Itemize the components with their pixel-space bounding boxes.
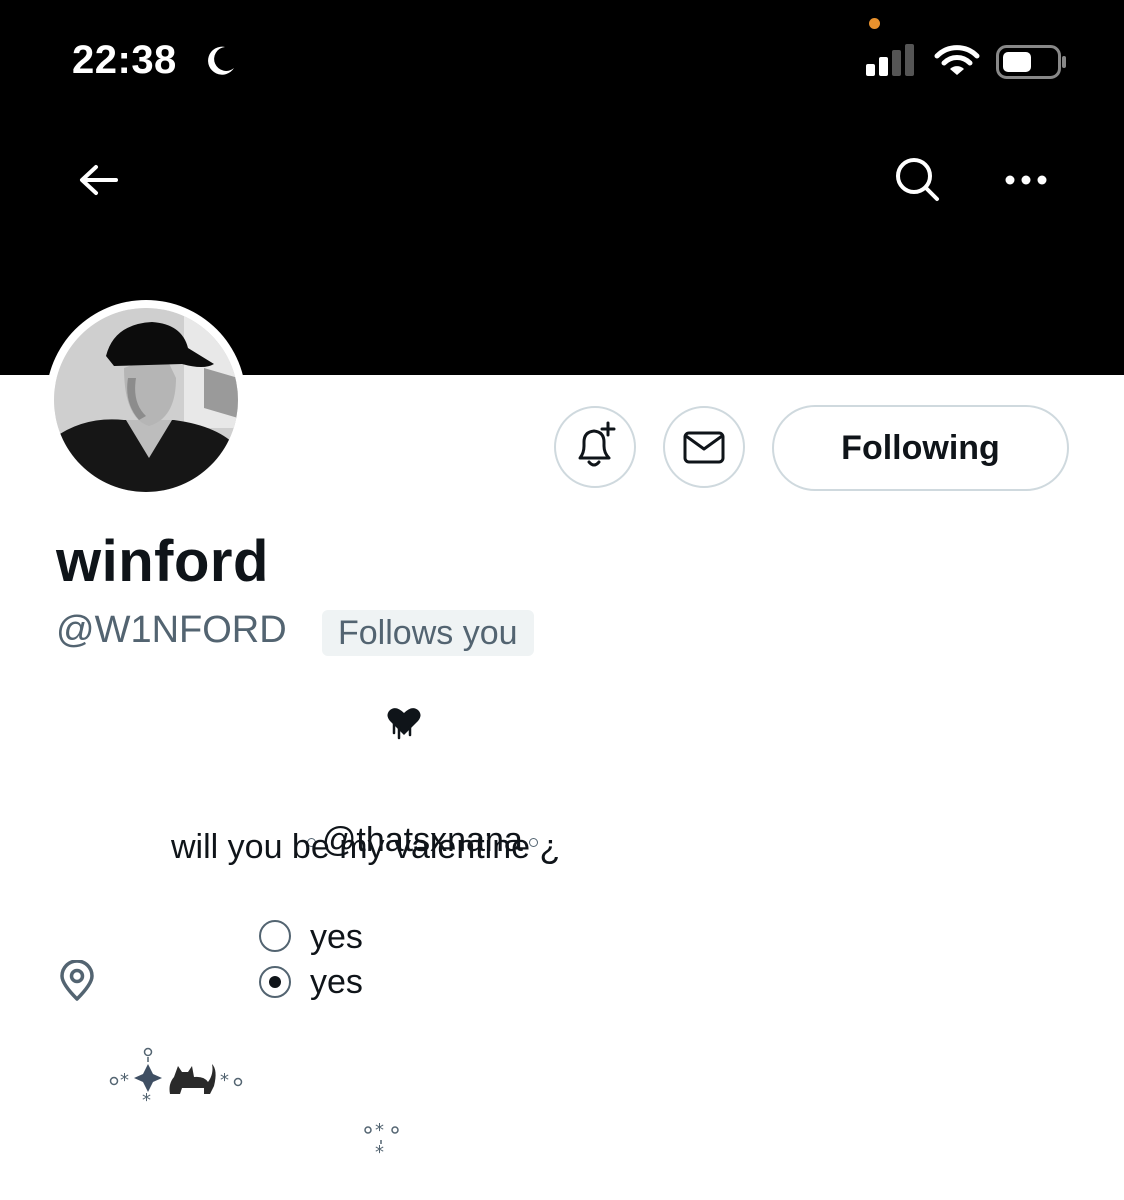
moon-icon xyxy=(208,46,234,75)
notifications-button[interactable] xyxy=(554,406,636,488)
battery-icon xyxy=(996,45,1066,79)
following-button[interactable]: Following xyxy=(772,405,1069,491)
radio-checked-icon xyxy=(259,966,291,998)
bio-option-2: yes xyxy=(310,963,363,1001)
svg-text:*: * xyxy=(120,1070,129,1091)
follows-you-badge: Follows you xyxy=(322,610,534,656)
bell-plus-icon xyxy=(578,421,616,467)
cellular-signal-icon xyxy=(866,44,914,76)
bio-option-1: yes xyxy=(310,918,363,956)
black-heart-icon xyxy=(387,708,421,740)
status-time: 22:38 xyxy=(72,38,177,82)
svg-text:*: * xyxy=(375,1142,384,1160)
bio-question: will you be my valentine ¿ xyxy=(171,828,561,866)
radio-unchecked-icon xyxy=(259,920,291,952)
location-pin-icon xyxy=(60,960,94,1001)
more-options-icon[interactable] xyxy=(1004,170,1048,190)
user-handle: @W1NFORD xyxy=(56,609,287,651)
sparkle-decoration-icon: * * * xyxy=(109,1047,243,1104)
svg-text:*: * xyxy=(375,1120,384,1141)
svg-text:*: * xyxy=(142,1090,151,1104)
back-arrow-icon[interactable] xyxy=(78,160,120,200)
envelope-icon xyxy=(683,431,725,464)
avatar[interactable] xyxy=(46,300,246,500)
wifi-icon xyxy=(934,45,980,75)
svg-text:*: * xyxy=(220,1070,229,1091)
search-icon[interactable] xyxy=(893,155,941,203)
star-decoration-icon: * * xyxy=(364,1120,399,1160)
message-button[interactable] xyxy=(663,406,745,488)
display-name: winford xyxy=(56,529,269,594)
recording-indicator xyxy=(869,18,880,29)
avatar-photo xyxy=(54,308,238,492)
